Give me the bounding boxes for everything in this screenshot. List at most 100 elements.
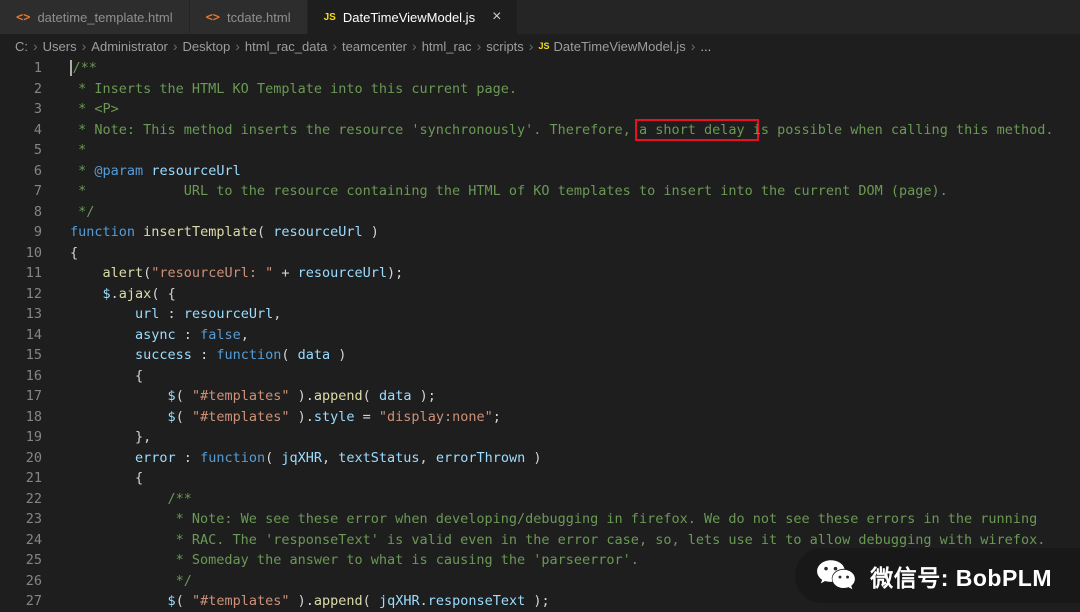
code-line[interactable]: 5 * <box>0 140 1080 161</box>
code-token: ). <box>289 388 314 404</box>
code-line[interactable]: 24 * RAC. The 'responseText' is valid ev… <box>0 530 1080 551</box>
line-number[interactable]: 21 <box>0 468 42 489</box>
breadcrumb-item[interactable]: Users <box>43 39 77 54</box>
breadcrumb-item[interactable]: Desktop <box>183 39 231 54</box>
line-number[interactable]: 3 <box>0 99 42 120</box>
line-number[interactable]: 14 <box>0 325 42 346</box>
breadcrumb-item-label: ... <box>700 38 712 54</box>
line-number[interactable]: 16 <box>0 366 42 387</box>
code-line[interactable]: 8 */ <box>0 202 1080 223</box>
code-line[interactable]: 22 /** <box>0 489 1080 510</box>
code-line[interactable]: 7 * URL to the resource containing the H… <box>0 181 1080 202</box>
code-token: * <box>70 162 95 179</box>
code-token: false <box>200 326 241 343</box>
code-line[interactable]: 19 }, <box>0 427 1080 448</box>
tab-label: DateTimeViewModel.js <box>342 9 476 25</box>
close-icon[interactable]: × <box>492 9 501 25</box>
breadcrumb-item[interactable]: teamcenter <box>342 39 407 54</box>
code-line[interactable]: 21 { <box>0 468 1080 489</box>
code-token: * RAC. The 'responseText' is valid even … <box>70 531 1046 548</box>
line-number[interactable]: 15 <box>0 345 42 366</box>
code-line[interactable]: 13 url : resourceUrl, <box>0 304 1080 325</box>
code-token: resourceUrl <box>297 265 388 281</box>
code-token: resourceUrl <box>151 162 241 179</box>
code-line[interactable]: 3 * <P> <box>0 99 1080 120</box>
code-line[interactable]: 11 alert("resourceUrl: " + resourceUrl); <box>0 263 1080 284</box>
chevron-right-icon: › <box>81 38 87 54</box>
line-number[interactable]: 9 <box>0 222 42 243</box>
code-line[interactable]: 18 $( "#templates" ).style = "display:no… <box>0 407 1080 428</box>
breadcrumb-item[interactable]: ... <box>700 39 711 54</box>
tab-datetimeviewmodel-js[interactable]: JS DateTimeViewModel.js × <box>307 0 519 34</box>
code-line[interactable]: 6 * @param resourceUrl <box>0 161 1080 182</box>
code-token: @param <box>94 162 144 179</box>
line-number[interactable]: 6 <box>0 161 42 182</box>
line-number[interactable]: 23 <box>0 509 42 530</box>
line-number[interactable]: 11 <box>0 263 42 284</box>
chevron-right-icon: › <box>412 38 417 54</box>
code-line[interactable]: 17 $( "#templates" ).append( data ); <box>0 386 1080 407</box>
code-line[interactable]: 9 function insertTemplate( resourceUrl ) <box>0 222 1080 243</box>
code-token: ( <box>175 388 192 404</box>
code-line[interactable]: 15 success : function( data ) <box>0 345 1080 366</box>
line-number[interactable]: 22 <box>0 489 42 510</box>
code-token: , <box>419 449 436 466</box>
tab-datetime-template-html[interactable]: <> datetime_template.html <box>0 0 190 34</box>
code-token: * URL to the resource containing the HTM… <box>70 183 948 199</box>
code-token: }, <box>70 429 152 445</box>
code-token: ). <box>289 408 314 425</box>
breadcrumb-item[interactable]: html_rac <box>422 39 472 54</box>
line-number[interactable]: 1 <box>0 58 42 79</box>
breadcrumb-item[interactable]: html_rac_data <box>245 39 327 54</box>
code-text: */ <box>42 571 192 592</box>
code-line[interactable]: 2 * Inserts the HTML KO Template into th… <box>0 79 1080 100</box>
line-number[interactable]: 4 <box>0 120 42 141</box>
code-line[interactable]: 16 { <box>0 366 1080 387</box>
breadcrumb-item[interactable]: scripts <box>486 39 524 54</box>
breadcrumb-item[interactable]: Administrator <box>91 39 168 54</box>
line-number[interactable]: 25 <box>0 550 42 571</box>
breadcrumb-item[interactable]: JS DateTimeViewModel.js <box>538 39 685 54</box>
code-token: alert <box>102 265 144 281</box>
line-number[interactable]: 5 <box>0 140 42 161</box>
code-text: * Inserts the HTML KO Template into this… <box>42 79 517 100</box>
line-number[interactable]: 2 <box>0 79 42 100</box>
code-line[interactable]: 10 { <box>0 243 1080 264</box>
code-line[interactable]: 1 /** <box>0 58 1080 79</box>
line-number[interactable]: 20 <box>0 448 42 469</box>
code-line[interactable]: 12 $.ajax( { <box>0 284 1080 305</box>
code-line[interactable]: 23 * Note: We see these error when devel… <box>0 509 1080 530</box>
line-number[interactable]: 17 <box>0 386 42 407</box>
vscode-window: <> datetime_template.html <> tcdate.html… <box>0 0 1080 612</box>
code-token: ( <box>265 449 282 466</box>
code-token: * Note: This method inserts the resource… <box>70 121 639 138</box>
text-cursor <box>70 60 72 76</box>
code-token: + <box>273 265 298 281</box>
code-token: data <box>378 388 412 404</box>
line-number[interactable]: 13 <box>0 304 42 325</box>
code-editor: 1 /** 2 * Inserts the HTML KO Template int… <box>0 58 1080 612</box>
code-token: { <box>70 244 79 261</box>
code-line[interactable]: 4 * Note: This method inserts the resour… <box>0 118 1080 141</box>
code-line[interactable]: 20 error : function( jqXHR, textStatus, … <box>0 448 1080 469</box>
code-token: ( <box>362 388 379 404</box>
line-number[interactable]: 8 <box>0 202 42 223</box>
breadcrumb-item[interactable]: C: <box>15 39 28 54</box>
code-text: error : function( jqXHR, textStatus, err… <box>42 448 541 469</box>
code-text: * URL to the resource containing the HTM… <box>42 181 948 202</box>
code-line[interactable]: 14 async : false, <box>0 325 1080 346</box>
tab-tcdate-html[interactable]: <> tcdate.html <box>189 0 308 34</box>
code-token: ajax <box>118 285 152 302</box>
code-text: alert("resourceUrl: " + resourceUrl); <box>42 263 404 284</box>
line-number[interactable]: 12 <box>0 284 42 305</box>
line-number[interactable]: 18 <box>0 407 42 428</box>
breadcrumb-item-label: C: <box>15 38 28 54</box>
line-number[interactable]: 27 <box>0 591 42 612</box>
line-number[interactable]: 19 <box>0 427 42 448</box>
line-number[interactable]: 26 <box>0 571 42 592</box>
line-number[interactable]: 10 <box>0 243 42 264</box>
line-number[interactable]: 7 <box>0 181 42 202</box>
line-number[interactable]: 24 <box>0 530 42 551</box>
